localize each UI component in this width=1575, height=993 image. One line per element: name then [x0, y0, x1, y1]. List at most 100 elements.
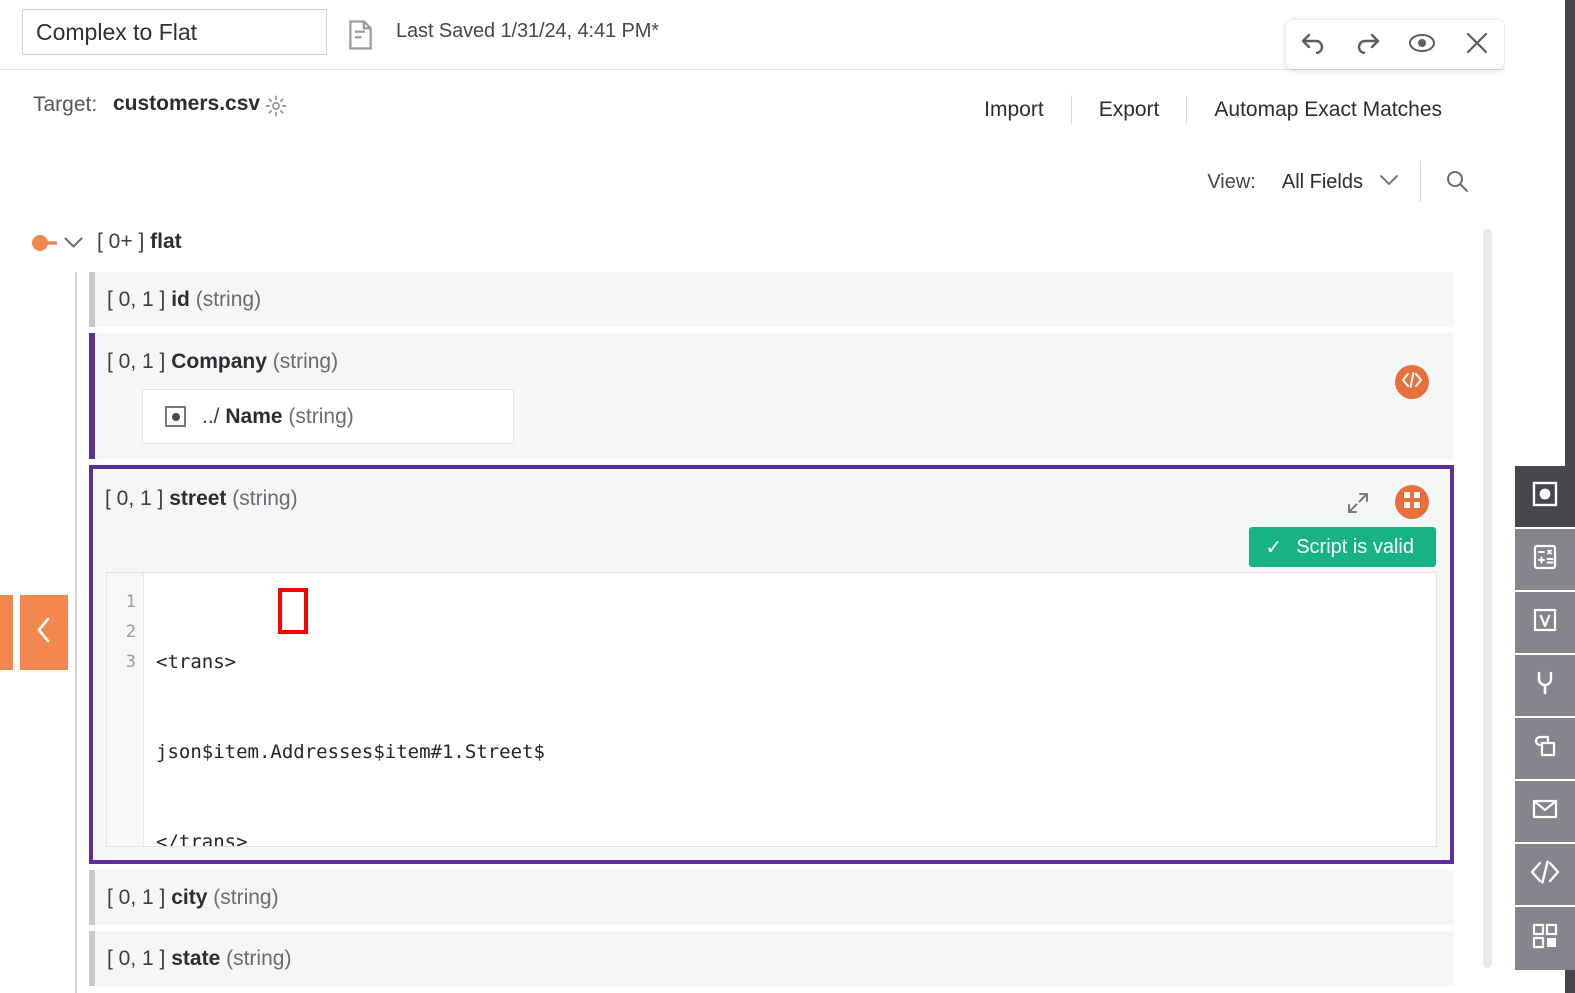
view-label: View: — [1207, 171, 1256, 194]
rail-item-code[interactable] — [1515, 844, 1575, 907]
rail-item-mail[interactable] — [1515, 781, 1575, 844]
grid-icon — [1402, 490, 1422, 515]
node-label: [ 0, 1 ] street (string) — [93, 469, 1450, 511]
rail-item-calculator[interactable] — [1515, 529, 1575, 592]
chevron-left-icon — [36, 617, 52, 648]
source-type: (string) — [288, 405, 353, 428]
document-icon — [347, 20, 374, 50]
tree-rows: [ 0, 1 ] id (string) [ 0, 1 ] Company (s… — [89, 272, 1454, 992]
close-button[interactable] — [1455, 23, 1499, 67]
tree-node-id[interactable]: [ 0, 1 ] id (string) — [89, 272, 1454, 327]
node-accent-bar — [89, 272, 95, 327]
grid-icon — [1530, 921, 1560, 956]
gear-icon[interactable] — [265, 95, 287, 117]
script-editor[interactable]: 1 2 3 <trans> json$item.Addresses$item#1… — [106, 572, 1437, 847]
company-source-label: ../ Name (string) — [202, 405, 354, 429]
search-button[interactable] — [1420, 162, 1469, 202]
node-type: (string) — [273, 350, 338, 373]
field-tree: [ 0+ ] flat [ 0, 1 ] id (string) [ 0, 1 … — [0, 216, 1505, 993]
check-icon: ✓ — [1265, 535, 1282, 560]
root-name: flat — [150, 230, 182, 253]
view-row: View: All Fields — [0, 152, 1505, 214]
root-connector-dot — [31, 235, 57, 256]
last-saved-text: Last Saved 1/31/24, 4:41 PM* — [396, 20, 659, 43]
tree-root-row[interactable]: [ 0+ ] flat — [0, 216, 1505, 272]
tree-node-city[interactable]: [ 0, 1 ] city (string) — [89, 870, 1454, 925]
rail-item-grid[interactable] — [1515, 907, 1575, 970]
tree-node-street[interactable]: [ 0, 1 ] street (string) ✓ Script is val… — [89, 465, 1454, 864]
script-status-badge: ✓ Script is valid — [1249, 527, 1436, 567]
node-cardinality: [ 0, 1 ] — [107, 350, 165, 373]
node-label: [ 0, 1 ] Company (string) — [89, 333, 1454, 374]
search-icon — [1445, 169, 1469, 196]
tree-connector-line — [75, 272, 77, 993]
target-file-name: customers.csv — [113, 92, 260, 116]
node-type: (string) — [213, 886, 278, 909]
undo-button[interactable] — [1291, 23, 1335, 67]
right-icon-rail — [1505, 0, 1575, 993]
node-label: [ 0, 1 ] id (string) — [89, 272, 1454, 312]
redo-icon — [1355, 32, 1381, 57]
code-icon — [1401, 372, 1423, 393]
editor-code-area[interactable]: <trans> json$item.Addresses$item#1.Stree… — [144, 573, 1436, 846]
line-number: 2 — [107, 617, 143, 647]
calculator-icon — [1529, 541, 1561, 578]
chevron-down-icon[interactable] — [1380, 173, 1398, 191]
close-icon — [1465, 31, 1489, 58]
node-type: (string) — [226, 947, 291, 970]
rail-item-record-field[interactable] — [1515, 466, 1575, 529]
node-name: Company — [171, 350, 267, 373]
import-button[interactable]: Import — [957, 98, 1071, 122]
company-source-field[interactable]: ../ Name (string) — [142, 389, 514, 444]
node-name: id — [171, 288, 190, 311]
view-select-value[interactable]: All Fields — [1282, 171, 1363, 194]
vertical-scrollbar[interactable] — [1483, 229, 1492, 968]
node-label: [ 0, 1 ] city (string) — [89, 870, 1454, 910]
undo-icon — [1300, 32, 1326, 57]
rail-item-connector[interactable] — [1515, 655, 1575, 718]
automap-exact-matches-button[interactable]: Automap Exact Matches — [1187, 98, 1469, 122]
mail-icon — [1529, 793, 1561, 830]
preview-button[interactable] — [1400, 23, 1444, 67]
node-name: state — [171, 947, 220, 970]
eye-icon — [1408, 33, 1436, 56]
node-name: city — [171, 886, 207, 909]
editor-toolbar-pill — [1286, 20, 1504, 69]
code-line: </trans> — [156, 827, 1436, 847]
node-accent-bar — [89, 333, 95, 459]
node-type: (string) — [196, 288, 261, 311]
street-grid-button[interactable] — [1395, 485, 1429, 519]
node-cardinality: [ 0, 1 ] — [105, 487, 163, 510]
root-expand-chevron-icon[interactable] — [64, 236, 83, 254]
tree-node-company[interactable]: [ 0, 1 ] Company (string) ../ Name (stri… — [89, 333, 1454, 459]
source-name: Name — [225, 405, 282, 428]
company-script-button[interactable] — [1395, 365, 1429, 399]
mapping-editor-app: Last Saved 1/31/24, 4:41 PM* Target: cus — [0, 0, 1575, 993]
link-copy-icon — [1529, 730, 1561, 767]
node-accent-bar — [89, 870, 95, 925]
collapse-left-panel-button[interactable] — [20, 595, 68, 670]
record-field-icon — [1529, 478, 1561, 515]
target-row: Target: customers.csv Import Export Auto… — [0, 71, 1505, 146]
redo-button[interactable] — [1346, 23, 1390, 67]
node-cardinality: [ 0, 1 ] — [107, 947, 165, 970]
line-number: 3 — [107, 647, 143, 677]
project-name-input[interactable] — [22, 9, 327, 55]
node-accent-bar — [89, 931, 95, 986]
expand-icon[interactable] — [1346, 491, 1370, 520]
node-label: [ 0, 1 ] state (string) — [89, 931, 1454, 971]
header-actions: Import Export Automap Exact Matches — [957, 93, 1469, 127]
export-button[interactable]: Export — [1072, 98, 1187, 122]
root-cardinality: [ 0+ ] — [97, 230, 144, 253]
code-line: json$item.Addresses$item#1.Street$ — [156, 737, 1436, 767]
node-cardinality: [ 0, 1 ] — [107, 886, 165, 909]
target-label: Target: — [33, 93, 97, 117]
code-line: <trans> — [156, 647, 1436, 677]
tree-node-state[interactable]: [ 0, 1 ] state (string) — [89, 931, 1454, 986]
rail-item-link[interactable] — [1515, 718, 1575, 781]
rail-item-validation[interactable] — [1515, 592, 1575, 655]
plug-connector-icon — [1529, 667, 1561, 704]
record-icon — [165, 406, 186, 427]
rail-buttons — [1515, 466, 1575, 970]
title-bar: Last Saved 1/31/24, 4:41 PM* — [0, 0, 1505, 70]
